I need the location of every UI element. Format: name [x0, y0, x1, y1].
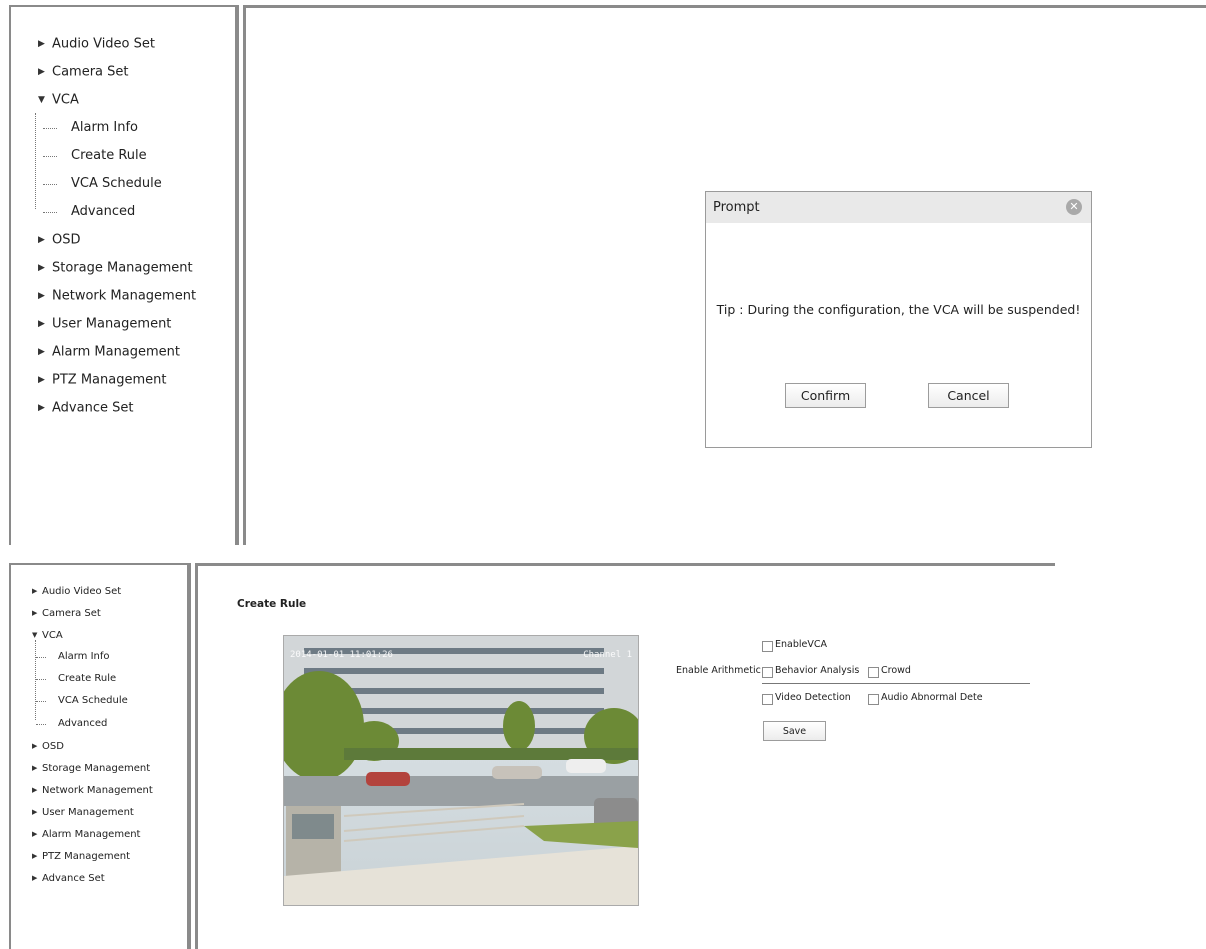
nav-vca-schedule[interactable]: VCA Schedule: [38, 171, 196, 199]
confirm-button[interactable]: Confirm: [785, 383, 866, 408]
top-splitter[interactable]: [235, 5, 239, 545]
nav-osd[interactable]: ▶ OSD: [38, 227, 196, 255]
nav-audio-video-set[interactable]: ▶ Audio Video Set: [38, 31, 196, 59]
divider-line: [762, 683, 1030, 684]
close-icon[interactable]: ✕: [1066, 199, 1082, 215]
triangle-right-icon: ▶: [32, 874, 38, 883]
nav-vca[interactable]: ▼ VCA: [32, 625, 153, 647]
triangle-right-icon: ▶: [32, 741, 38, 750]
cancel-button[interactable]: Cancel: [928, 383, 1009, 408]
audio-abnormal-label: Audio Abnormal Dete: [881, 692, 983, 703]
prompt-header: Prompt ✕: [706, 192, 1091, 223]
tree-connector: [43, 184, 57, 185]
triangle-right-icon: ▶: [32, 807, 38, 816]
nav-advance-set[interactable]: ▶ Advance Set: [32, 868, 153, 890]
tree-connector: [36, 701, 46, 703]
nav-alarm-info[interactable]: Alarm Info: [38, 115, 196, 143]
tree-connector: [43, 212, 57, 213]
tree-vertical-connector: [35, 113, 36, 209]
video-detection-checkbox[interactable]: [762, 694, 773, 705]
tree-connector: [36, 657, 46, 659]
video-channel-label: Channel 1: [583, 650, 632, 660]
nav-osd[interactable]: ▶ OSD: [32, 736, 153, 758]
prompt-title: Prompt: [713, 200, 760, 215]
top-nav-tree: ▶ Audio Video Set ▶ Camera Set ▼ VCA Alarm …: [38, 31, 196, 423]
nav-advanced[interactable]: Advanced: [38, 199, 196, 227]
triangle-right-icon: ▶: [38, 403, 45, 413]
video-detection-label: Video Detection: [775, 692, 851, 703]
nav-create-rule[interactable]: Create Rule: [38, 143, 196, 171]
crowd-checkbox[interactable]: [868, 667, 879, 678]
nav-camera-set[interactable]: ▶ Camera Set: [38, 59, 196, 87]
triangle-right-icon: ▶: [38, 291, 45, 301]
nav-storage-management[interactable]: ▶ Storage Management: [38, 255, 196, 283]
triangle-right-icon: ▶: [32, 609, 38, 618]
bottom-splitter[interactable]: [187, 563, 191, 949]
enable-vca-label: EnableVCA: [775, 639, 827, 650]
triangle-right-icon: ▶: [38, 319, 45, 329]
nav-vca-schedule[interactable]: VCA Schedule: [32, 691, 153, 713]
triangle-down-icon: ▼: [32, 631, 38, 640]
nav-advance-set[interactable]: ▶ Advance Set: [38, 395, 196, 423]
top-sidebar-panel: ▶ Audio Video Set ▶ Camera Set ▼ VCA Alarm …: [9, 5, 238, 545]
page-title: Create Rule: [237, 598, 307, 610]
tree-vertical-connector: [35, 640, 36, 720]
triangle-right-icon: ▶: [38, 67, 45, 77]
nav-audio-video-set[interactable]: ▶ Audio Video Set: [32, 581, 153, 603]
triangle-right-icon: ▶: [38, 39, 45, 49]
nav-ptz-management[interactable]: ▶ PTZ Management: [38, 367, 196, 395]
bottom-sidebar-panel: ▶ Audio Video Set ▶ Camera Set ▼ VCA Alarm …: [9, 563, 189, 949]
nav-vca[interactable]: ▼ VCA: [38, 87, 196, 115]
enable-arithmetic-label: Enable Arithmetic: [676, 665, 761, 676]
tree-connector: [36, 679, 46, 681]
tree-connector: [43, 128, 57, 129]
nav-create-rule[interactable]: Create Rule: [32, 669, 153, 691]
triangle-down-icon: ▼: [38, 95, 45, 105]
triangle-right-icon: ▶: [38, 347, 45, 357]
nav-alarm-management[interactable]: ▶ Alarm Management: [38, 339, 196, 367]
triangle-right-icon: ▶: [32, 785, 38, 794]
nav-advanced[interactable]: Advanced: [32, 714, 153, 736]
nav-camera-set[interactable]: ▶ Camera Set: [32, 603, 153, 625]
video-preview[interactable]: 2014-01-01 11:01:26 Channel 1: [283, 635, 639, 906]
nav-alarm-info[interactable]: Alarm Info: [32, 647, 153, 669]
triangle-right-icon: ▶: [32, 852, 38, 861]
enable-vca-checkbox[interactable]: [762, 641, 773, 652]
nav-storage-management[interactable]: ▶ Storage Management: [32, 758, 153, 780]
video-timestamp: 2014-01-01 11:01:26: [290, 650, 393, 660]
tree-connector: [36, 723, 46, 725]
audio-abnormal-checkbox[interactable]: [868, 694, 879, 705]
triangle-right-icon: ▶: [32, 830, 38, 839]
behavior-analysis-label: Behavior Analysis: [775, 665, 860, 676]
bottom-nav-tree: ▶ Audio Video Set ▶ Camera Set ▼ VCA Alarm …: [32, 581, 153, 890]
triangle-right-icon: ▶: [32, 763, 38, 772]
triangle-right-icon: ▶: [32, 587, 38, 595]
triangle-right-icon: ▶: [38, 235, 45, 245]
nav-user-management[interactable]: ▶ User Management: [38, 311, 196, 339]
nav-network-management[interactable]: ▶ Network Management: [32, 780, 153, 802]
nav-alarm-management[interactable]: ▶ Alarm Management: [32, 824, 153, 846]
prompt-message: Tip : During the configuration, the VCA …: [716, 302, 1081, 317]
nav-network-management[interactable]: ▶ Network Management: [38, 283, 196, 311]
triangle-right-icon: ▶: [38, 263, 45, 273]
tree-connector: [43, 156, 57, 157]
nav-user-management[interactable]: ▶ User Management: [32, 802, 153, 824]
triangle-right-icon: ▶: [38, 375, 45, 385]
nav-ptz-management[interactable]: ▶ PTZ Management: [32, 846, 153, 868]
camera-scene-image: [284, 636, 638, 905]
behavior-analysis-checkbox[interactable]: [762, 667, 773, 678]
prompt-dialog: Prompt ✕ Tip : During the configuration,…: [705, 191, 1092, 448]
crowd-label: Crowd: [881, 665, 911, 676]
save-button[interactable]: Save: [763, 721, 826, 741]
